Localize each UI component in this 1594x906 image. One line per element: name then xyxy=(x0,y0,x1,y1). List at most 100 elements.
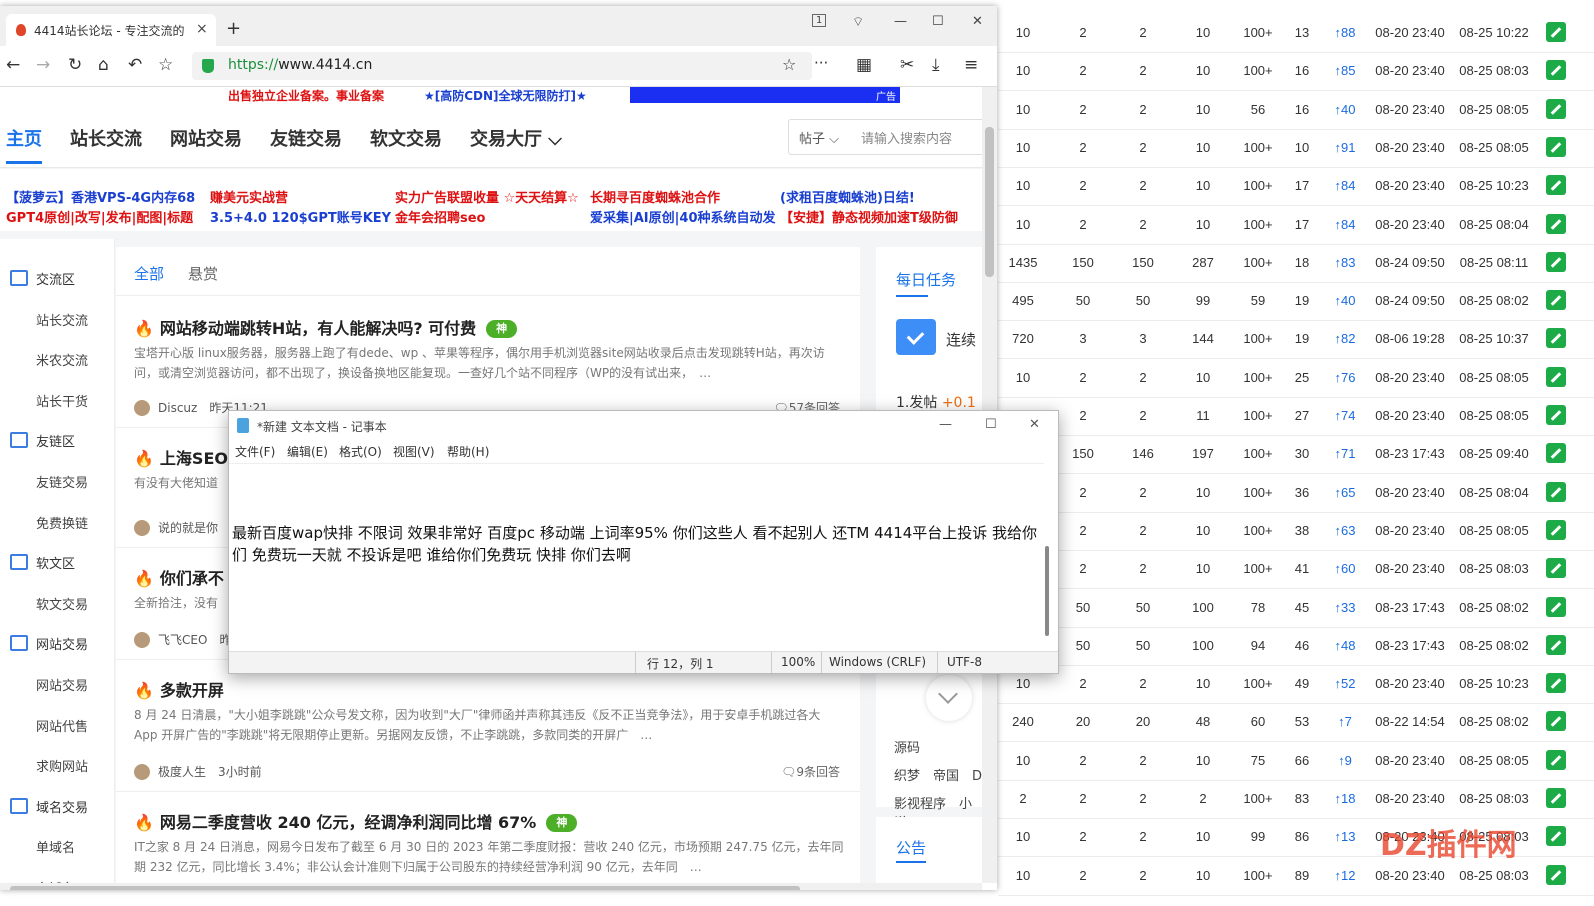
edit-pencil-icon[interactable] xyxy=(1546,251,1566,272)
author-name[interactable]: 飞飞CEO xyxy=(158,633,207,647)
avatar[interactable] xyxy=(134,400,150,416)
sidebar-item[interactable]: 站长干货 xyxy=(36,391,88,410)
edit-pencil-icon[interactable] xyxy=(1546,596,1566,617)
text-ad-link[interactable]: GPT4原创|改写|发布|配图|标题 xyxy=(6,207,193,226)
edit-pencil-icon[interactable] xyxy=(1546,634,1566,655)
close-window-icon[interactable]: ✕ xyxy=(972,14,983,29)
sidebar-item[interactable]: 友链交易 xyxy=(36,472,88,491)
sidebar-item[interactable]: 站长交流 xyxy=(36,310,88,329)
more-icon[interactable]: ··· xyxy=(814,54,828,72)
post-title-text[interactable]: 网站移动端跳转H站，有人能解决吗? 可付费 xyxy=(160,319,476,338)
post-item[interactable]: 🔥 网易二季度营收 240 亿元，经调净利润同比增 67% 神 IT之家 8 月 24… xyxy=(116,791,860,883)
edit-pencil-icon[interactable] xyxy=(1546,558,1566,579)
edit-pencil-icon[interactable] xyxy=(1546,60,1566,81)
notepad-titlebar[interactable]: *新建 文本文档 - 记事本 — ☐ ✕ xyxy=(229,411,1058,441)
edit-pencil-icon[interactable] xyxy=(1546,328,1566,349)
edit-pencil-icon[interactable] xyxy=(1546,405,1566,425)
search-box[interactable]: 帖子 ⌵ 请输入搜索内容 xyxy=(788,119,982,155)
edit-pencil-icon[interactable] xyxy=(1546,366,1566,387)
minimize-icon[interactable]: — xyxy=(894,14,907,29)
new-tab-icon[interactable]: + xyxy=(226,18,241,39)
edit-pencil-icon[interactable] xyxy=(1546,826,1566,847)
edit-pencil-icon[interactable] xyxy=(1546,788,1566,808)
notepad-minimize-icon[interactable]: — xyxy=(939,417,952,432)
edit-pencil-icon[interactable] xyxy=(1546,673,1566,694)
post-title-text[interactable]: 多款开屏 xyxy=(160,681,224,700)
nav-link-trade[interactable]: 友链交易 xyxy=(270,125,342,151)
text-ad-link[interactable]: 爱采集|AI原创|40种系统自动发 xyxy=(590,207,776,226)
post-title-text[interactable]: 网易二季度营收 240 亿元，经调净利润同比增 67% xyxy=(160,813,536,832)
text-ad-link[interactable]: 3.5+4.0 120$GPT账号KEY xyxy=(210,207,391,226)
notice-title[interactable]: 公告 xyxy=(896,837,926,858)
nav-trade-hall[interactable]: 交易大厅 ⌵ xyxy=(470,125,562,151)
post-title[interactable]: 🔥 多款开屏 xyxy=(134,677,224,701)
edit-pencil-icon[interactable] xyxy=(1546,136,1566,157)
edit-pencil-icon[interactable] xyxy=(1546,290,1566,311)
bookmark-star-icon[interactable]: ☆ xyxy=(782,55,796,74)
search-type-select[interactable]: 帖子 ⌵ xyxy=(799,128,839,147)
nav-site-trade[interactable]: 网站交易 xyxy=(170,125,242,151)
undo-close-icon[interactable]: ↶ xyxy=(128,55,142,75)
sidebar-section-header[interactable]: 交流区 xyxy=(10,269,75,288)
nav-home[interactable]: 主页 xyxy=(6,125,42,151)
tab-all[interactable]: 全部 xyxy=(134,263,164,284)
sidebar-item[interactable]: 单域名 xyxy=(36,837,75,856)
notepad-scrollbar[interactable] xyxy=(1045,546,1049,636)
screenshot-scissors-icon[interactable]: ✂ xyxy=(900,55,914,75)
text-ad-link[interactable]: (求租百度蜘蛛池)日结! xyxy=(780,187,915,206)
post-title[interactable]: 🔥 上海SEO xyxy=(134,445,228,469)
notepad-content[interactable]: 最新百度wap快排 不限词 效果非常好 百度pc 移动端 上词率95% 你们这些… xyxy=(232,522,1042,566)
sidebar-item[interactable]: 网站交易 xyxy=(36,675,88,694)
author-name[interactable]: Discuz xyxy=(158,401,197,415)
edit-pencil-icon[interactable] xyxy=(1546,481,1566,502)
edit-pencil-icon[interactable] xyxy=(1546,175,1566,196)
shirt-icon[interactable]: ⌔ xyxy=(852,14,864,30)
text-ad-link[interactable]: 【菠萝云】香港VPS-4G内存68 xyxy=(6,187,195,206)
nav-webmaster[interactable]: 站长交流 xyxy=(70,125,142,151)
menu-edit[interactable]: 编辑(E) xyxy=(287,443,328,460)
edit-pencil-icon[interactable] xyxy=(1546,711,1566,732)
source-label[interactable]: 源码 xyxy=(894,737,920,756)
text-ad-link[interactable]: 金年会招聘seo xyxy=(395,207,486,226)
horizontal-scrollbar[interactable] xyxy=(0,883,982,890)
post-title[interactable]: 🔥 你们承不 xyxy=(134,565,224,589)
author-name[interactable]: 说的就是你 xyxy=(158,521,218,535)
reload-icon[interactable]: ↻ xyxy=(68,55,82,75)
banner-ad-left[interactable]: 出售独立企业备案。事业备案 xyxy=(228,87,384,104)
sidebar-item[interactable]: 求购网站 xyxy=(36,756,88,775)
post-title[interactable]: 🔥 网站移动端跳转H站，有人能解决吗? 可付费神 xyxy=(134,315,518,339)
edit-pencil-icon[interactable] xyxy=(1546,443,1566,464)
window-badge-icon[interactable]: 1 xyxy=(812,14,827,27)
source-cms-links[interactable]: 织梦 帝国 D xyxy=(894,765,982,784)
url-text[interactable]: https://www.4414.cn xyxy=(228,57,372,73)
sidebar-item[interactable]: 免费换链 xyxy=(36,513,88,532)
sidebar-section-header[interactable]: 友链区 xyxy=(10,431,75,450)
tab-close-icon[interactable]: × xyxy=(196,21,208,37)
hscroll-thumb[interactable] xyxy=(10,886,800,890)
edit-pencil-icon[interactable] xyxy=(1546,749,1566,770)
edit-pencil-icon[interactable] xyxy=(1546,519,1566,540)
reply-count[interactable]: 🗨9条回答 xyxy=(781,763,840,780)
notepad-text-area[interactable]: 最新百度wap快排 不限词 效果非常好 百度pc 移动端 上词率95% 你们这些… xyxy=(229,463,1044,652)
sidebar-section-header[interactable]: 软文区 xyxy=(10,553,75,572)
menu-icon[interactable]: ≡ xyxy=(964,55,978,75)
daily-task-title[interactable]: 每日任务 xyxy=(896,269,956,290)
apps-grid-icon[interactable]: ▦ xyxy=(856,55,872,75)
post-item[interactable]: 🔥 网站移动端跳转H站，有人能解决吗? 可付费神宝塔开心版 linux服务器，服务… xyxy=(116,297,860,428)
home-icon[interactable]: ⌂ xyxy=(98,55,109,75)
post-title-text[interactable]: 上海SEO xyxy=(160,449,228,468)
browser-tab[interactable]: 4414站长论坛 - 专注交流的站 × xyxy=(6,14,216,46)
notepad-close-icon[interactable]: ✕ xyxy=(1029,417,1040,432)
tab-bounty[interactable]: 悬赏 xyxy=(188,263,218,284)
sidebar-item[interactable]: 网站代售 xyxy=(36,716,88,735)
post-title[interactable]: 🔥 网易二季度营收 240 亿元，经调净利润同比增 67% 神 xyxy=(134,809,578,833)
text-ad-link[interactable]: 赚美元实战营 xyxy=(210,187,288,206)
author-name[interactable]: 极度人生 xyxy=(158,765,206,779)
forward-icon[interactable]: → xyxy=(36,55,50,75)
menu-help[interactable]: 帮助(H) xyxy=(447,443,489,460)
chevron-down-icon[interactable] xyxy=(926,675,972,721)
edit-pencil-icon[interactable] xyxy=(1546,98,1566,119)
search-input[interactable]: 请输入搜索内容 xyxy=(861,128,952,147)
maximize-icon[interactable]: ☐ xyxy=(932,14,944,29)
sidebar-section-header[interactable]: 域名交易 xyxy=(10,797,88,816)
